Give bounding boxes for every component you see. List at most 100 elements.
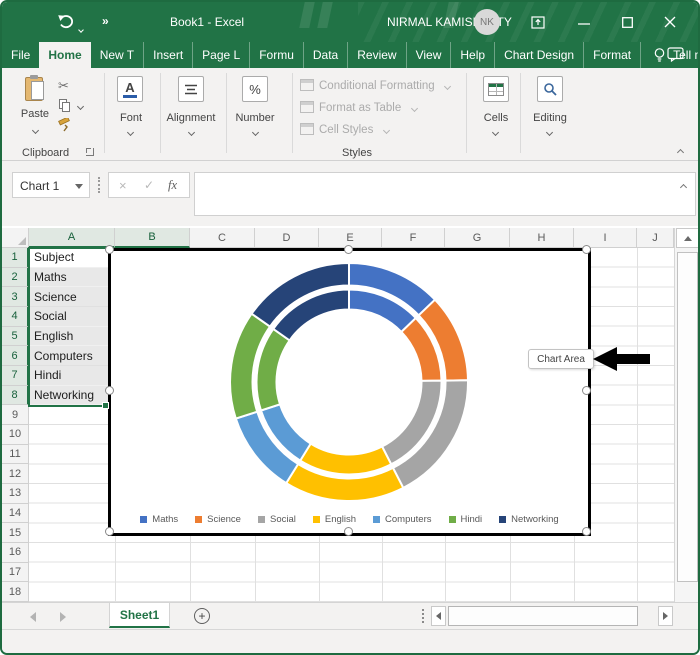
font-button[interactable]: A (117, 76, 143, 102)
hscroll-left-button[interactable] (431, 606, 446, 626)
undo-button[interactable] (57, 13, 75, 35)
cell-A4[interactable]: Social (30, 307, 114, 326)
legend-item-maths[interactable]: Maths (140, 514, 178, 525)
comments-button[interactable] (667, 47, 684, 67)
hscroll-right-button[interactable] (658, 606, 673, 626)
insert-function-icon[interactable]: fx (168, 178, 177, 193)
row-header-1[interactable]: 1 (2, 248, 29, 268)
row-header-8[interactable]: 8 (2, 385, 29, 406)
row-header-12[interactable]: 12 (2, 464, 29, 485)
column-header-J[interactable]: J (637, 228, 674, 248)
chart-resize-handle[interactable] (582, 386, 591, 395)
horizontal-scroll-thumb[interactable] (448, 606, 638, 626)
row-header-11[interactable]: 11 (2, 444, 29, 465)
new-sheet-button[interactable]: + (194, 608, 210, 624)
conditional-formatting-button[interactable]: Conditional Formatting (300, 76, 452, 94)
chart-resize-handle[interactable] (343, 245, 353, 254)
legend-item-science[interactable]: Science (195, 514, 241, 525)
chart-resize-handle[interactable] (105, 527, 114, 536)
row-header-5[interactable]: 5 (2, 326, 29, 347)
undo-dropdown-chevron-icon[interactable] (78, 19, 84, 37)
minimize-button[interactable] (569, 7, 599, 37)
legend-item-computers[interactable]: Computers (373, 514, 432, 525)
tab-file[interactable]: File (2, 42, 39, 68)
tab-help[interactable]: Help (451, 42, 496, 68)
cell-A7[interactable]: Hindi (30, 366, 114, 385)
tab-chart-design[interactable]: Chart Design (495, 42, 585, 68)
cancel-formula-icon[interactable]: × (119, 178, 127, 193)
cells-chevron-icon[interactable] (491, 128, 500, 137)
name-box-dropdown-icon[interactable] (75, 184, 83, 189)
tab-page-l[interactable]: Page L (193, 42, 251, 68)
column-header-C[interactable]: C (190, 228, 255, 248)
chart-legend[interactable]: Maths Science Social English Computers Hindi N… (111, 514, 588, 525)
legend-item-social[interactable]: Social (257, 514, 296, 525)
quick-access-overflow-icon[interactable]: » (102, 14, 110, 28)
row-header-14[interactable]: 14 (2, 503, 29, 524)
next-sheet-icon[interactable] (60, 612, 66, 622)
tab-home[interactable]: Home (39, 42, 91, 68)
column-header-B[interactable]: B (115, 228, 190, 248)
row-header-7[interactable]: 7 (2, 366, 29, 386)
cell-A1[interactable]: Subject (30, 248, 114, 267)
row-header-6[interactable]: 6 (2, 346, 29, 366)
cell-A6[interactable]: Computers (30, 346, 114, 365)
prev-sheet-icon[interactable] (30, 612, 36, 622)
vertical-scroll-thumb[interactable] (677, 252, 698, 582)
selection-fill-handle[interactable] (102, 402, 109, 409)
clipboard-dialog-launcher-icon[interactable] (86, 148, 94, 156)
vertical-scrollbar[interactable] (674, 228, 698, 602)
row-header-15[interactable]: 15 (2, 523, 29, 544)
number-chevron-icon[interactable] (251, 128, 260, 137)
cut-icon[interactable]: ✂ (58, 78, 69, 94)
maximize-button[interactable] (612, 7, 642, 37)
doughnut-segment-English[interactable] (298, 442, 393, 476)
editing-button[interactable] (537, 76, 563, 102)
column-header-A[interactable]: A (29, 228, 115, 248)
expand-formula-bar-icon[interactable] (679, 183, 688, 192)
avatar[interactable]: NK (474, 9, 500, 35)
name-box[interactable]: Chart 1 (12, 172, 90, 198)
copy-dropdown-chevron-icon[interactable] (76, 102, 85, 111)
tab-review[interactable]: Review (348, 42, 407, 68)
editing-chevron-icon[interactable] (545, 128, 554, 137)
row-header-13[interactable]: 13 (2, 484, 29, 504)
alignment-button[interactable] (178, 76, 204, 102)
chart-resize-handle[interactable] (343, 527, 353, 536)
row-header-2[interactable]: 2 (2, 267, 29, 288)
copy-button[interactable] (59, 99, 71, 112)
select-all-corner[interactable] (2, 228, 29, 248)
ribbon-display-options-button[interactable] (523, 7, 553, 37)
row-header-18[interactable]: 18 (2, 582, 29, 603)
row-header-3[interactable]: 3 (2, 287, 29, 307)
cell-A2[interactable]: Maths (30, 267, 114, 287)
font-chevron-icon[interactable] (126, 128, 135, 137)
row-header-10[interactable]: 10 (2, 425, 29, 445)
chart-resize-handle[interactable] (582, 245, 591, 254)
alignment-chevron-icon[interactable] (187, 128, 196, 137)
cell-A5[interactable]: English (30, 326, 114, 346)
enter-formula-icon[interactable]: ✓ (144, 178, 154, 192)
doughnut-chart-object[interactable]: Maths Science Social English Computers Hindi N… (105, 245, 591, 536)
column-header-F[interactable]: F (382, 228, 445, 248)
column-header-H[interactable]: H (510, 228, 574, 248)
column-header-G[interactable]: G (445, 228, 510, 248)
close-button[interactable] (655, 7, 685, 37)
legend-item-networking[interactable]: Networking (499, 514, 559, 525)
formula-input[interactable] (194, 172, 696, 216)
tab-format[interactable]: Format (584, 42, 642, 68)
legend-item-hindi[interactable]: Hindi (448, 514, 482, 525)
row-header-4[interactable]: 4 (2, 307, 29, 327)
chart-resize-handle[interactable] (105, 245, 114, 254)
row-header-17[interactable]: 17 (2, 562, 29, 583)
tab-new-t[interactable]: New T (91, 42, 145, 68)
sheet-tab-sheet1[interactable]: Sheet1 (109, 603, 170, 628)
paste-button[interactable]: Paste (18, 75, 52, 149)
chart-resize-handle[interactable] (105, 386, 114, 395)
row-header-9[interactable]: 9 (2, 405, 29, 426)
column-header-D[interactable]: D (255, 228, 319, 248)
cell-styles-button[interactable]: Cell Styles (300, 120, 390, 138)
doughnut-rings[interactable] (111, 251, 588, 533)
tab-formu[interactable]: Formu (250, 42, 304, 68)
tab-view[interactable]: View (407, 42, 452, 68)
